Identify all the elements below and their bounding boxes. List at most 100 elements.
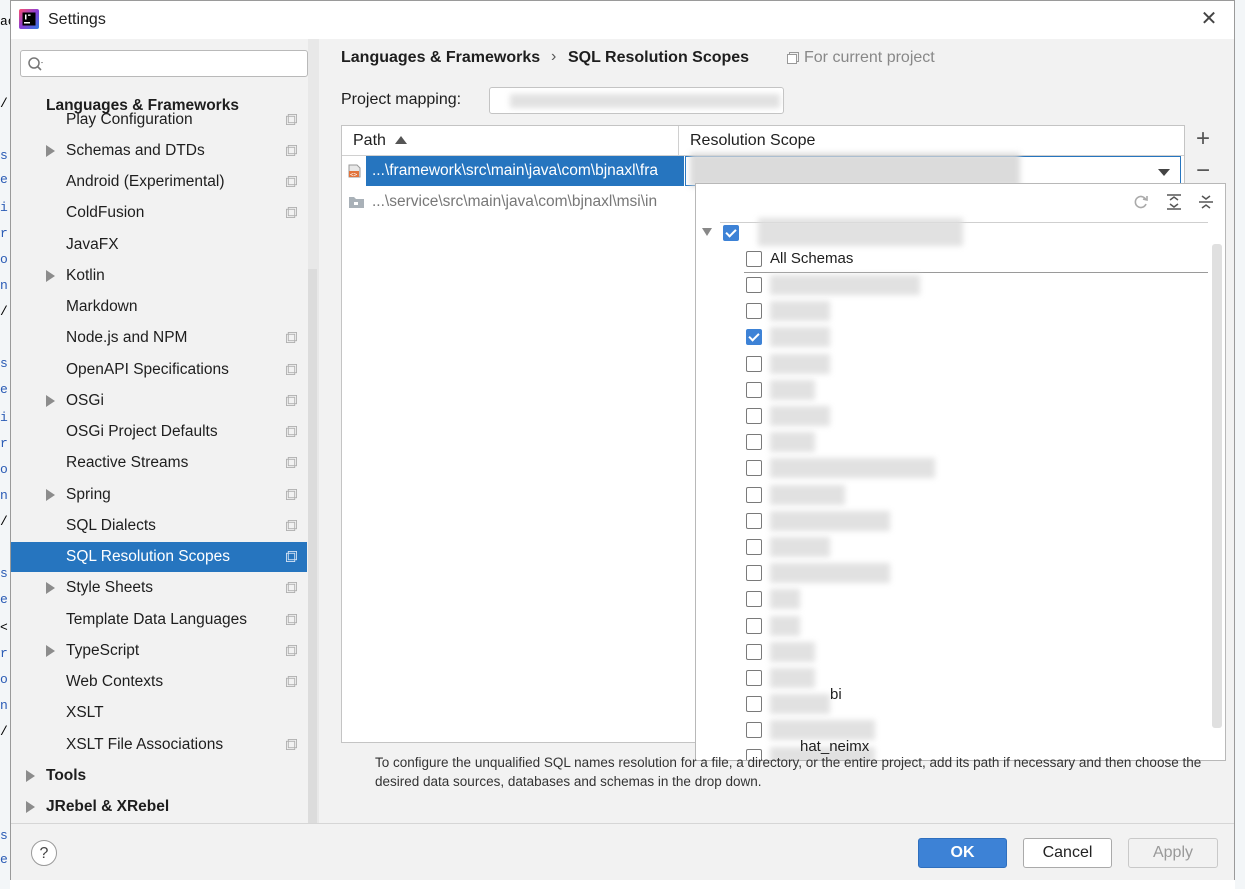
folder-icon (349, 197, 364, 208)
intellij-app-icon (19, 9, 39, 29)
sidebar-item[interactable]: Android (Experimental) (11, 167, 307, 197)
project-scope-icon (286, 207, 297, 218)
schema-checkbox[interactable] (746, 408, 762, 424)
sidebar-item-label: TypeScript (66, 642, 140, 659)
close-icon[interactable]: ✕ (1197, 7, 1221, 31)
sidebar-item[interactable]: SQL Resolution Scopes (11, 542, 307, 572)
schema-checkbox[interactable] (746, 643, 762, 660)
sidebar-item[interactable]: Play Configuration (11, 105, 307, 135)
sidebar-item[interactable]: OSGi (11, 386, 307, 416)
add-path-button[interactable]: + (1191, 127, 1215, 151)
sidebar-item-label: Node.js and NPM (66, 329, 188, 346)
tree-expand-arrow-icon[interactable] (46, 395, 55, 407)
sidebar-item-label: OSGi Project Defaults (66, 423, 218, 440)
redacted-schema-name (770, 537, 830, 557)
chevron-down-icon[interactable] (1158, 169, 1170, 176)
redacted-schema-name (770, 484, 845, 505)
tree-expand-arrow-icon[interactable] (46, 145, 55, 157)
schema-checkbox[interactable] (746, 591, 762, 608)
help-description: To configure the unqualified SQL names r… (375, 755, 1202, 789)
schema-checkbox[interactable] (746, 486, 762, 503)
settings-search-input[interactable] (20, 50, 308, 77)
sidebar-item[interactable]: ColdFusion (11, 198, 307, 228)
schema-checkbox[interactable] (746, 617, 762, 634)
sidebar-item[interactable]: JRebel & XRebel (11, 792, 307, 822)
cancel-button[interactable]: Cancel (1023, 838, 1112, 868)
tree-expand-arrow-icon[interactable] (26, 770, 35, 782)
settings-tree: Languages & Frameworks Play Configuration… (11, 91, 307, 823)
sidebar-item[interactable]: Web Contexts (11, 667, 307, 697)
editor-background-strip-right (1235, 0, 1245, 889)
remove-path-button[interactable]: − (1191, 159, 1215, 183)
sidebar-item[interactable]: XSLT (11, 698, 307, 728)
tree-expand-arrow-icon[interactable] (46, 645, 55, 657)
project-scope-icon (286, 145, 297, 156)
project-scope-icon (286, 614, 297, 625)
sidebar-item[interactable]: OpenAPI Specifications (11, 355, 307, 385)
schema-checkbox[interactable] (746, 277, 762, 293)
redacted-schema-name (770, 432, 815, 453)
sidebar-item-label: XSLT File Associations (66, 736, 224, 753)
path-cell[interactable]: ...\framework\src\main\java\com\bjnaxl\f… (366, 156, 684, 186)
schema-checkbox[interactable] (746, 460, 762, 477)
redacted-schema-name (770, 458, 935, 479)
sidebar-item[interactable]: Kotlin (11, 261, 307, 291)
sidebar-item-label: Schemas and DTDs (66, 142, 205, 159)
sidebar-item[interactable]: Spring (11, 480, 307, 510)
project-scope-icon (286, 739, 297, 750)
redacted-schema-name (770, 563, 890, 584)
sidebar-item[interactable]: TypeScript (11, 636, 307, 666)
tree-expand-arrow-icon[interactable] (46, 489, 55, 501)
sidebar-item[interactable]: Markdown (11, 292, 307, 322)
schema-checkbox[interactable] (746, 512, 762, 529)
schema-checkbox[interactable] (746, 696, 762, 713)
sidebar-item[interactable]: OSGi Project Defaults (11, 417, 307, 447)
column-divider (678, 126, 679, 155)
tree-expand-arrow-icon[interactable] (46, 270, 55, 282)
sidebar-item[interactable]: Template Data Languages (11, 605, 307, 635)
project-scope-icon (286, 457, 297, 468)
apply-button[interactable]: Apply (1128, 838, 1218, 868)
sidebar-item[interactable]: XSLT File Associations (11, 730, 307, 760)
project-scope-icon (286, 645, 297, 656)
sidebar-item[interactable]: SQL Dialects (11, 511, 307, 541)
sidebar-item[interactable]: Tools (11, 761, 307, 791)
schema-checkbox[interactable] (746, 355, 762, 372)
project-mapping-field[interactable] (489, 87, 784, 114)
project-scope-icon (286, 332, 297, 343)
sidebar-item[interactable]: Schemas and DTDs (11, 136, 307, 166)
schema-checkbox[interactable] (746, 329, 762, 346)
tree-expand-arrow-icon[interactable] (26, 801, 35, 813)
schema-checkbox[interactable] (746, 381, 762, 398)
column-header-resolution-scope[interactable]: Resolution Scope (690, 132, 815, 150)
schema-checkbox[interactable] (746, 303, 762, 320)
project-scope-icon (286, 426, 297, 437)
source-folder-icon: <> (348, 164, 361, 179)
schema-list (696, 184, 1206, 760)
sidebar-item-label: Spring (66, 486, 111, 503)
ok-button[interactable]: OK (918, 838, 1007, 868)
help-button[interactable]: ? (31, 840, 57, 866)
schema-checkbox[interactable] (746, 539, 762, 555)
sidebar-item-label: Android (Experimental) (66, 173, 225, 190)
breadcrumb-chevron-icon: › (551, 48, 557, 65)
resolution-scope-combobox[interactable] (685, 153, 1181, 187)
schema-checkbox[interactable] (746, 670, 762, 686)
sidebar-item[interactable]: Style Sheets (11, 573, 307, 603)
sidebar-item[interactable]: JavaFX (11, 230, 307, 260)
popup-scrollbar-thumb[interactable] (1212, 244, 1222, 728)
sidebar-scrollbar-thumb[interactable] (308, 269, 317, 823)
tree-expand-arrow-icon[interactable] (46, 582, 55, 594)
scope-dropdown-popup: All Schemas hat_neimx bi (695, 183, 1226, 761)
sidebar-item-label: Template Data Languages (66, 611, 247, 628)
schema-checkbox[interactable] (746, 434, 762, 451)
redacted-schema-name (770, 668, 815, 688)
schema-checkbox[interactable] (746, 565, 762, 582)
path-cell[interactable]: ...\service\src\main\java\com\bjnaxl\msi… (372, 187, 684, 217)
sidebar-item[interactable]: Node.js and NPM (11, 323, 307, 353)
redacted-schema-name (770, 694, 830, 715)
breadcrumb-parent[interactable]: Languages & Frameworks (341, 49, 540, 67)
column-header-path[interactable]: Path (353, 132, 386, 150)
sidebar-item[interactable]: Reactive Streams (11, 448, 307, 478)
schema-checkbox[interactable] (746, 722, 762, 739)
